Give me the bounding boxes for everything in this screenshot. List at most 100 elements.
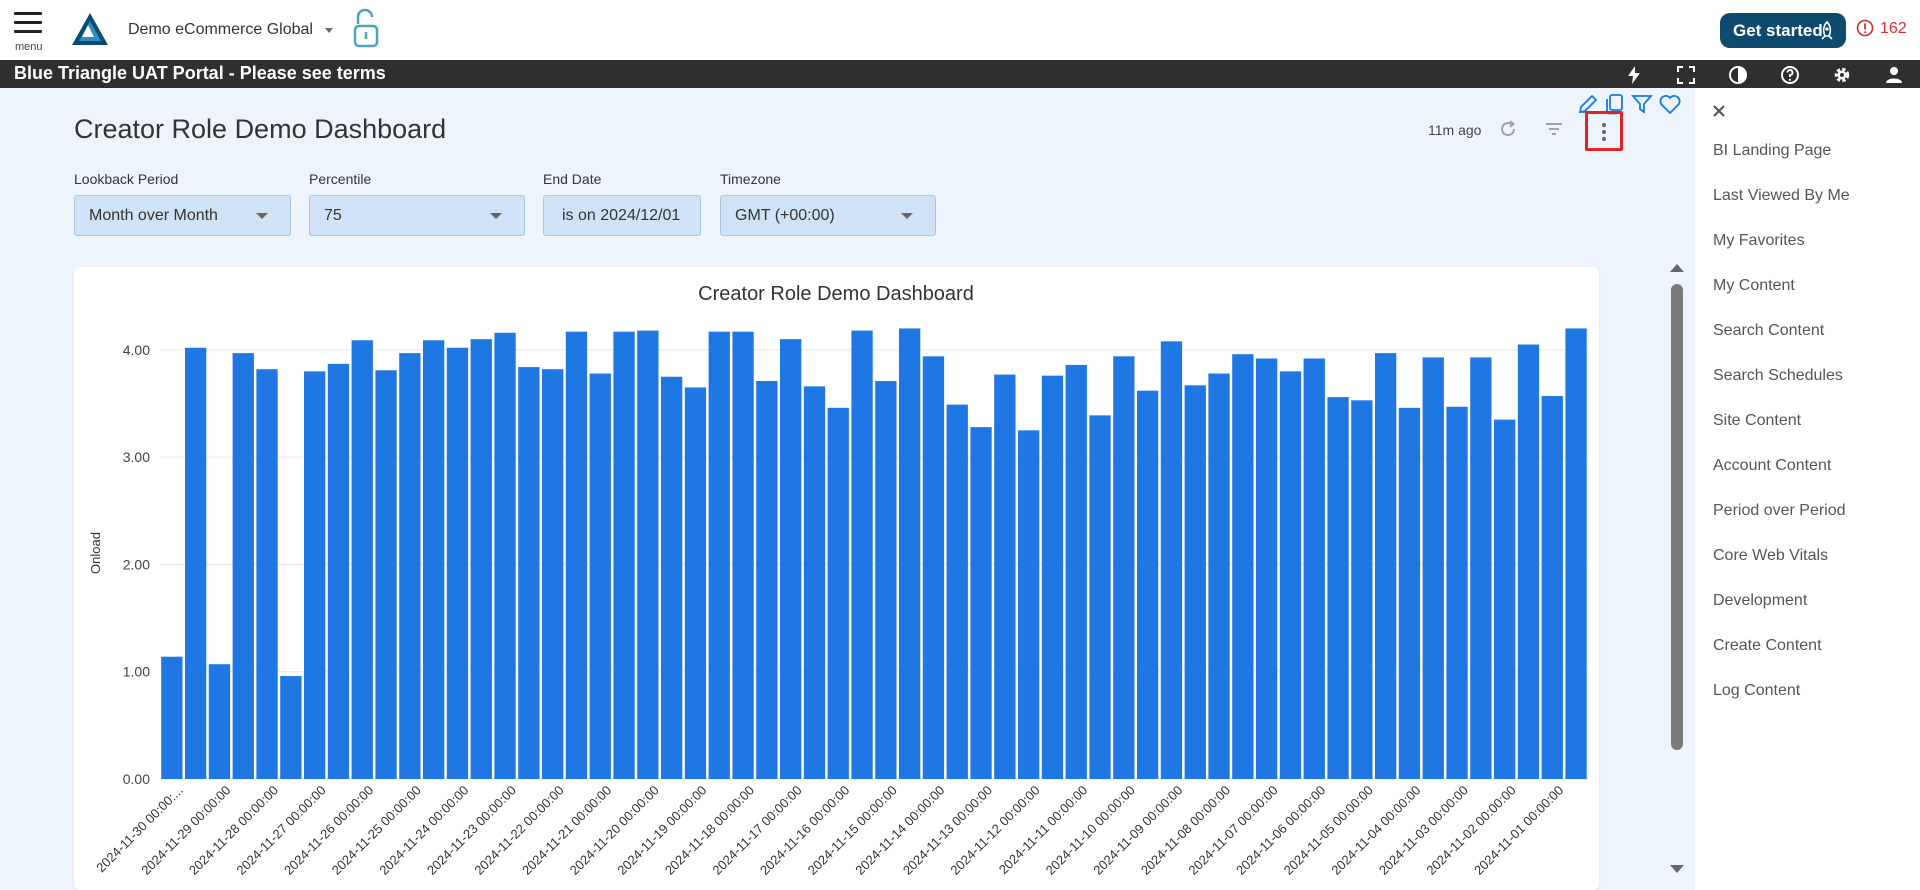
chart-bar bbox=[1256, 358, 1278, 779]
menu-button[interactable]: menu bbox=[14, 12, 44, 56]
chart-bar bbox=[1160, 341, 1183, 779]
y-tick-label: 2.00 bbox=[123, 556, 150, 572]
chart-bar bbox=[756, 381, 778, 779]
side-nav-item-create-content[interactable]: Create Content bbox=[1713, 637, 1822, 655]
timezone-select[interactable]: GMT (+00:00) bbox=[720, 195, 936, 236]
x-tick-label: 2024-11-11 00:00:00 bbox=[996, 783, 1091, 878]
chart-bar bbox=[470, 339, 492, 779]
x-tick-label: 2024-11-04 00:00:00 bbox=[1328, 783, 1423, 878]
x-tick-label: 2024-11-06 00:00:00 bbox=[1233, 783, 1328, 878]
chart-bar bbox=[161, 656, 183, 779]
close-icon[interactable] bbox=[1712, 104, 1726, 118]
y-tick-label: 1.00 bbox=[123, 664, 150, 680]
side-nav-item-my-content[interactable]: My Content bbox=[1713, 277, 1795, 295]
side-nav-item-log-content[interactable]: Log Content bbox=[1713, 682, 1800, 700]
x-tick-label: 2024-11-17 00:00:00 bbox=[709, 783, 804, 878]
chart-bar bbox=[1041, 375, 1064, 779]
blue-triangle-logo-icon[interactable] bbox=[70, 11, 110, 47]
x-tick-label: 2024-11-14 00:00:00 bbox=[852, 783, 947, 878]
x-tick-label: 2024-11-23 00:00:00 bbox=[424, 783, 519, 878]
percentile-select[interactable]: 75 bbox=[309, 195, 525, 236]
caret-down-icon bbox=[901, 213, 913, 219]
top-header: menu Demo eCommerce Global Get started 1… bbox=[0, 0, 1920, 60]
chart-bar bbox=[185, 347, 207, 779]
percentile-value: 75 bbox=[324, 207, 342, 224]
chart-bar bbox=[1279, 371, 1302, 779]
side-nav-item-last-viewed-by-me[interactable]: Last Viewed By Me bbox=[1713, 187, 1850, 205]
chart-bar bbox=[1398, 407, 1421, 779]
lookback-period-label: Lookback Period bbox=[74, 171, 179, 187]
contrast-icon[interactable] bbox=[1728, 65, 1748, 85]
more-options-button[interactable] bbox=[1585, 111, 1623, 151]
chart-tile: Creator Role Demo Dashboard Onload 0.00 1.0… bbox=[74, 267, 1599, 890]
side-nav-item-development[interactable]: Development bbox=[1713, 592, 1807, 610]
x-tick-label: 2024-11-07 00:00:00 bbox=[1185, 783, 1280, 878]
lookback-period-select[interactable]: Month over Month bbox=[74, 195, 291, 236]
chart-bar bbox=[1113, 356, 1135, 779]
refresh-icon[interactable] bbox=[1498, 119, 1518, 139]
side-nav-item-search-schedules[interactable]: Search Schedules bbox=[1713, 367, 1843, 385]
chart-bar bbox=[637, 330, 659, 779]
chart-bar bbox=[708, 331, 730, 779]
chart-bar bbox=[1208, 373, 1230, 779]
unlock-icon[interactable] bbox=[352, 8, 380, 50]
filter-lines-icon[interactable] bbox=[1544, 121, 1564, 137]
chart-bar bbox=[1517, 344, 1540, 779]
chart-bar bbox=[518, 367, 540, 779]
settings-icon[interactable] bbox=[1832, 65, 1852, 85]
chart-bar bbox=[565, 331, 588, 779]
scroll-up-arrow-icon[interactable] bbox=[1670, 264, 1684, 272]
y-tick-label: 3.00 bbox=[123, 449, 150, 465]
chart-bar bbox=[613, 331, 635, 779]
organization-name[interactable]: Demo eCommerce Global bbox=[128, 21, 313, 39]
more-vertical-icon bbox=[1602, 123, 1606, 127]
more-vertical-icon-dot bbox=[1602, 130, 1606, 134]
percentile-label: Percentile bbox=[309, 171, 372, 187]
scrollbar-thumb[interactable] bbox=[1671, 284, 1683, 750]
side-nav-item-site-content[interactable]: Site Content bbox=[1713, 412, 1801, 430]
side-nav-item-search-content[interactable]: Search Content bbox=[1713, 322, 1824, 340]
x-tick-label: 2024-11-01 00:00:00 bbox=[1471, 783, 1566, 878]
chart-bar bbox=[375, 370, 397, 779]
chart-bar bbox=[1446, 406, 1468, 779]
side-nav-item-my-favorites[interactable]: My Favorites bbox=[1713, 232, 1805, 250]
x-tick-label: 2024-11-25 00:00:00 bbox=[329, 783, 424, 878]
side-nav-item-period-over-period[interactable]: Period over Period bbox=[1713, 502, 1846, 520]
chart-bar bbox=[1232, 354, 1254, 779]
chart-bar bbox=[732, 331, 754, 779]
bolt-icon[interactable] bbox=[1624, 65, 1644, 85]
end-date-field[interactable]: is on 2024/12/01 bbox=[543, 195, 701, 236]
chart-bar bbox=[1470, 357, 1492, 779]
chart-bar bbox=[208, 664, 231, 779]
timezone-label: Timezone bbox=[720, 171, 781, 187]
chart-bar bbox=[1422, 357, 1444, 779]
lookback-period-value: Month over Month bbox=[89, 207, 218, 224]
x-tick-label: 2024-11-19 00:00:00 bbox=[614, 783, 709, 878]
side-nav-item-account-content[interactable]: Account Content bbox=[1713, 457, 1831, 475]
bar-chart: Creator Role Demo Dashboard Onload 0.00 1.0… bbox=[88, 283, 1588, 878]
chart-bar bbox=[875, 381, 897, 779]
funnel-icon[interactable] bbox=[1630, 92, 1654, 116]
x-tick-label: 2024-11-24 00:00:00 bbox=[376, 783, 471, 878]
x-tick-label: 2024-11-27 00:00:00 bbox=[233, 783, 328, 878]
chart-bar bbox=[780, 339, 802, 779]
fullscreen-icon[interactable] bbox=[1676, 65, 1696, 85]
chart-bar bbox=[1565, 328, 1587, 779]
chart-bar bbox=[304, 371, 326, 779]
end-date-value: is on 2024/12/01 bbox=[562, 207, 681, 224]
get-started-button[interactable]: Get started bbox=[1720, 13, 1846, 48]
x-tick-label: 2024-11-30 00:00:... bbox=[93, 783, 186, 876]
heart-icon[interactable] bbox=[1658, 92, 1682, 116]
scroll-down-arrow-icon[interactable] bbox=[1670, 865, 1684, 873]
user-icon[interactable] bbox=[1884, 65, 1904, 85]
x-tick-label: 2024-11-18 00:00:00 bbox=[662, 783, 757, 878]
chevron-down-icon[interactable] bbox=[325, 28, 333, 33]
help-icon[interactable] bbox=[1780, 65, 1800, 85]
portal-banner: Blue Triangle UAT Portal - Please see te… bbox=[0, 60, 1920, 88]
chart-bar bbox=[1137, 390, 1159, 779]
chart-bar bbox=[280, 676, 302, 779]
y-tick-label: 0.00 bbox=[123, 771, 150, 787]
side-nav-item-core-web-vitals[interactable]: Core Web Vitals bbox=[1713, 547, 1828, 565]
side-nav-item-bi-landing-page[interactable]: BI Landing Page bbox=[1713, 142, 1831, 160]
chart-bar bbox=[1375, 353, 1397, 779]
